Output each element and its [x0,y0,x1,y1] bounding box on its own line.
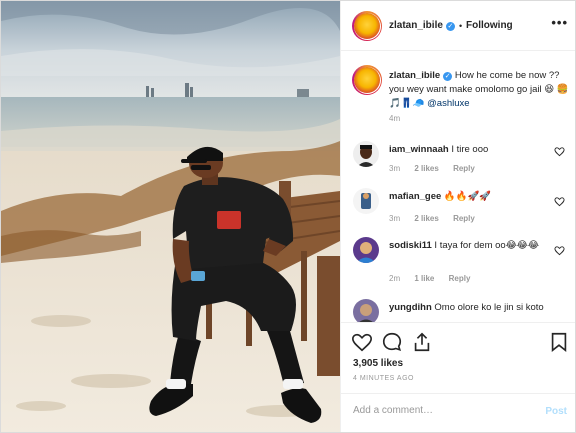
author-username-text[interactable]: zlatan_ibile [389,20,443,31]
caption-avatar[interactable] [352,65,382,95]
comment-username[interactable]: mafian_gee [389,191,441,202]
comment-heart-icon[interactable] [554,196,565,207]
post-header: zlatan_ibile ✓ • Following ••• [341,1,575,51]
comment-username[interactable]: iam_winnaah [389,144,449,155]
comment-body: mafian_gee 🔥🔥🚀🚀 [389,191,554,203]
verified-badge-icon: ✓ [443,72,453,81]
comment-reply-button[interactable]: Reply [453,164,475,173]
following-button[interactable]: Following [466,20,513,31]
comment-likes-link[interactable]: 1 like [414,274,434,283]
share-icon[interactable] [411,331,433,353]
more-options-icon[interactable]: ••• [551,15,568,30]
comment-username[interactable]: sodiski11 [389,240,432,251]
comment-item: iam_winnaah I tire ooo 3m 2 likes Reply [341,141,575,185]
divider [341,393,575,394]
post-timestamp: 4 MINUTES AGO [353,375,414,382]
comment-heart-icon[interactable] [554,245,565,256]
comment-text: Omo olore ko le jin si koto [434,302,544,313]
comment-meta: 2m 1 like Reply [389,274,482,283]
comment-body: yungdihn Omo olore ko le jin si koto [389,302,554,314]
comment-icon[interactable] [381,331,403,353]
comment-meta: 3m 2 likes Reply [389,164,487,173]
author-avatar[interactable] [352,11,382,41]
comment-text: 🔥🔥🚀🚀 [443,191,492,202]
caption-username[interactable]: zlatan_ibile [389,70,440,81]
post-caption: zlatan_ibile ✓ How he come be now ?? you … [389,69,569,111]
likes-count[interactable]: 3,905 likes [353,358,403,369]
post-photo[interactable] [1,1,340,432]
commenter-avatar[interactable] [353,237,379,263]
comment-body: sodiski11 I taya for dem oo😂😂😂 [389,240,554,252]
add-comment-input[interactable] [353,405,533,416]
comment-body: iam_winnaah I tire ooo [389,144,554,156]
commenter-avatar[interactable] [353,141,379,167]
comment-time: 3m [389,164,401,173]
post-comment-button[interactable]: Post [545,406,567,417]
comment-item: mafian_gee 🔥🔥🚀🚀 3m 2 likes Reply [341,188,575,232]
caption-mention-link[interactable]: @ashluxe [427,98,469,109]
comment-heart-icon[interactable] [554,146,565,157]
post-side-panel: zlatan_ibile ✓ • Following ••• zlatan_ibi… [340,1,575,432]
heart-icon[interactable] [351,331,373,353]
caption-timestamp: 4m [389,114,401,123]
author-username[interactable]: zlatan_ibile ✓ [389,20,455,31]
commenter-avatar[interactable] [353,299,379,322]
comment-likes-link[interactable]: 2 likes [414,214,438,223]
comment-likes-link[interactable]: 2 likes [414,164,438,173]
beach-photo-illustration [1,1,340,432]
comment-item: yungdihn Omo olore ko le jin si koto [341,299,575,322]
comment-reply-button[interactable]: Reply [449,274,471,283]
comment-meta: 3m 2 likes Reply [389,214,487,223]
commenter-avatar[interactable] [353,188,379,214]
comment-time: 2m [389,274,401,283]
instagram-post: zlatan_ibile ✓ • Following ••• zlatan_ibi… [0,0,576,433]
comment-time: 3m [389,214,401,223]
bookmark-icon[interactable] [548,331,570,353]
comment-username[interactable]: yungdihn [389,302,432,313]
comment-text: I taya for dem oo😂😂😂 [434,240,540,251]
header-separator: • [459,21,463,31]
comment-text: I tire ooo [451,144,489,155]
verified-badge-icon: ✓ [445,22,455,31]
comment-item: sodiski11 I taya for dem oo😂😂😂 2m 1 like… [341,237,575,287]
divider [341,322,575,323]
comment-reply-button[interactable]: Reply [453,214,475,223]
post-actions [341,331,575,355]
